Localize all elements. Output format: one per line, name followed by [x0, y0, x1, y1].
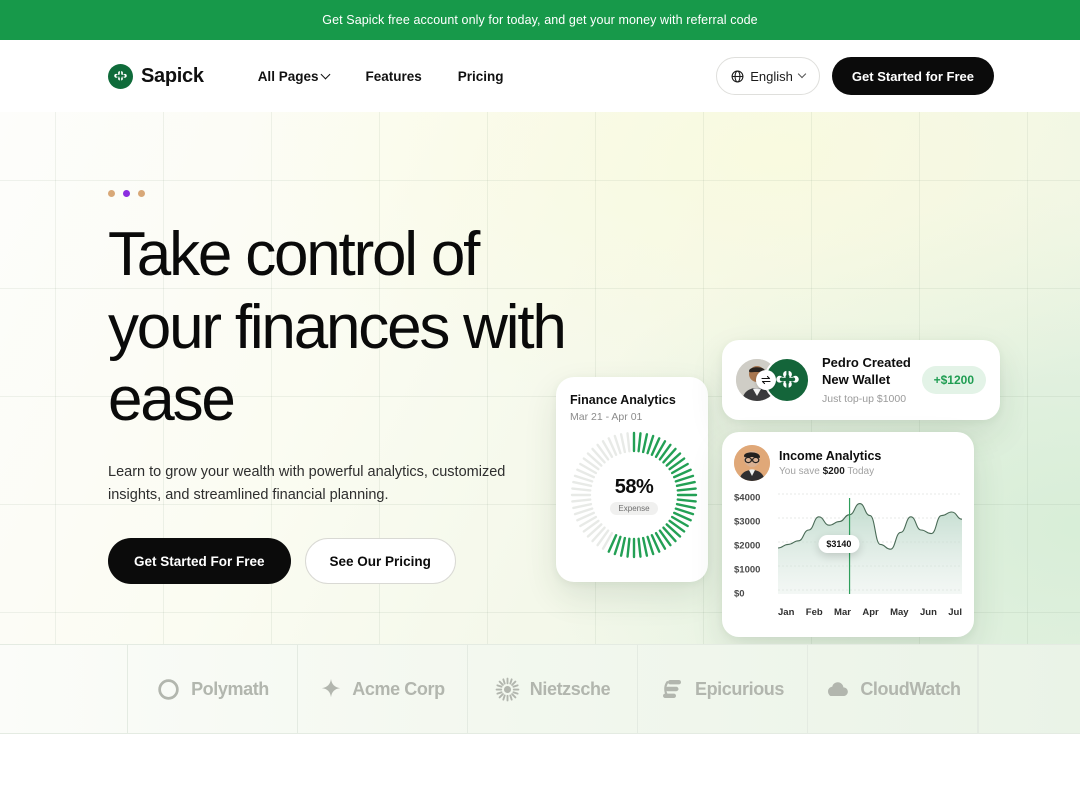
main-navigation: Sapick All Pages Features Pricing Englis… — [0, 40, 1080, 112]
language-selector[interactable]: English — [716, 57, 820, 95]
finance-card-title: Finance Analytics — [570, 393, 676, 407]
income-card-header: Income Analytics You save $200 Today — [734, 445, 962, 481]
logo-label-polymath: Polymath — [191, 678, 269, 699]
income-sub-amount: $200 — [822, 466, 845, 477]
user-avatar — [734, 445, 770, 481]
page-footer-space — [0, 734, 1080, 810]
chart-x-tick: Mar — [834, 607, 851, 618]
nav-item-pricing[interactable]: Pricing — [458, 69, 504, 84]
stacked-bars-icon — [662, 680, 681, 698]
chart-x-tick: Apr — [862, 607, 879, 618]
chart-y-tick: $0 — [734, 588, 745, 600]
wallet-subtitle: Just top-up $1000 — [822, 392, 907, 405]
logo-label-acme-corp: Acme Corp — [352, 678, 445, 699]
wallet-title-line1: Pedro Created — [822, 355, 911, 371]
nav-item-all-pages[interactable]: All Pages — [257, 68, 331, 84]
chevron-down-icon — [321, 69, 331, 79]
chart-x-tick: Feb — [805, 607, 823, 618]
wallet-title-line2: New Wallet — [822, 372, 891, 387]
nav-get-started-button[interactable]: Get Started for Free — [831, 57, 994, 95]
logo-strip-right-spacer — [978, 645, 1080, 733]
logo-label-epicurious: Epicurious — [694, 678, 784, 699]
chevron-down-icon — [797, 69, 807, 79]
chart-y-tick: $2000 — [734, 540, 761, 552]
brand-name: Sapick — [141, 64, 204, 87]
chart-x-tick: Jul — [948, 607, 962, 618]
wallet-notification-text: Pedro Created New Wallet Just top-up $10… — [822, 355, 912, 405]
hero-see-pricing-button[interactable]: See Our Pricing — [304, 538, 456, 585]
hero-get-started-button[interactable]: Get Started For Free — [108, 538, 291, 585]
dot-2 — [123, 190, 130, 197]
nav-actions: English Get Started for Free — [716, 57, 994, 95]
logo-item-cloudwatch[interactable]: CloudWatch — [808, 645, 978, 733]
income-sub-prefix: You save — [779, 466, 823, 477]
announcement-text: Get Sapick free account only for today, … — [322, 13, 758, 27]
logo-item-polymath[interactable]: Polymath — [128, 645, 298, 733]
chart-series-path — [778, 493, 962, 594]
chart-y-tick: $4000 — [734, 492, 761, 504]
logo-item-nietzsche[interactable]: Nietzsche — [468, 645, 638, 733]
sunburst-icon — [495, 677, 520, 701]
cloud-icon — [828, 682, 849, 697]
hero-section: Take control of your finances with ease … — [0, 112, 1080, 644]
income-area-chart: $0 $1000 $2000 $3000 $4000 $3140 Jan Feb Mar Ap… — [734, 490, 962, 618]
chart-y-tick: $1000 — [734, 564, 761, 576]
globe-icon — [731, 70, 744, 82]
logo-label-nietzsche: Nietzsche — [529, 678, 611, 699]
nav-item-features[interactable]: Features — [365, 69, 421, 84]
donut-percent: 58% — [614, 475, 654, 498]
partner-logos-strip: Polymath Acme Corp Nietzsche Epicurious … — [0, 644, 1080, 734]
chart-tooltip: $3140 — [818, 534, 860, 553]
sparkle-star-icon — [322, 678, 341, 698]
donut-category-label: Expense — [610, 501, 658, 515]
exchange-arrows-icon — [756, 370, 776, 390]
dot-3 — [138, 190, 145, 197]
finance-card-date-range: Mar 21 - Apr 01 — [570, 411, 643, 423]
logo-label-cloudwatch: CloudWatch — [860, 678, 961, 699]
avatar-group — [734, 357, 812, 403]
chart-x-axis-labels: Jan Feb Mar Apr May Jun Jul — [778, 607, 962, 618]
logo-strip-left-spacer — [0, 645, 128, 733]
brand-logo[interactable]: Sapick — [108, 63, 204, 89]
hero-subcopy: Learn to grow your wealth with powerful … — [108, 463, 506, 503]
income-card-title: Income Analytics — [779, 449, 882, 463]
hero-headline: Take control of your finances with ease — [108, 220, 567, 435]
nav-item-features-label: Features — [365, 68, 422, 84]
dot-1 — [108, 190, 115, 197]
chart-x-tick: May — [890, 607, 909, 618]
ring-icon — [158, 678, 179, 700]
chart-plot-area — [778, 490, 962, 594]
chart-x-tick: Jan — [778, 607, 795, 618]
logo-item-epicurious[interactable]: Epicurious — [638, 645, 808, 733]
logo-item-acme-corp[interactable]: Acme Corp — [298, 645, 468, 733]
decorative-dots — [108, 112, 1080, 197]
clover-logo-icon — [108, 63, 133, 89]
wallet-notification-card[interactable]: Pedro Created New Wallet Just top-up $10… — [722, 340, 1000, 420]
chart-y-tick: $3000 — [734, 516, 761, 528]
language-label: English — [750, 68, 793, 84]
income-sub-suffix: Today — [844, 466, 875, 477]
expense-donut-chart: 58% Expense — [570, 431, 698, 559]
announcement-banner: Get Sapick free account only for today, … — [0, 0, 1080, 40]
income-card-subtitle: You save $200 Today — [779, 466, 881, 477]
finance-analytics-card[interactable]: Finance Analytics Mar 21 - Apr 01 58% Ex… — [556, 377, 708, 582]
donut-center-label: 58% Expense — [597, 458, 671, 532]
wallet-amount-badge: +$1200 — [921, 366, 986, 394]
nav-item-pricing-label: Pricing — [457, 68, 504, 84]
chart-y-axis-labels: $0 $1000 $2000 $3000 $4000 — [734, 490, 776, 600]
chart-x-tick: Jun — [919, 607, 937, 618]
nav-item-all-pages-label: All Pages — [257, 68, 319, 84]
nav-links: All Pages Features Pricing — [258, 69, 504, 84]
income-analytics-card[interactable]: Income Analytics You save $200 Today $0 $… — [722, 432, 974, 637]
